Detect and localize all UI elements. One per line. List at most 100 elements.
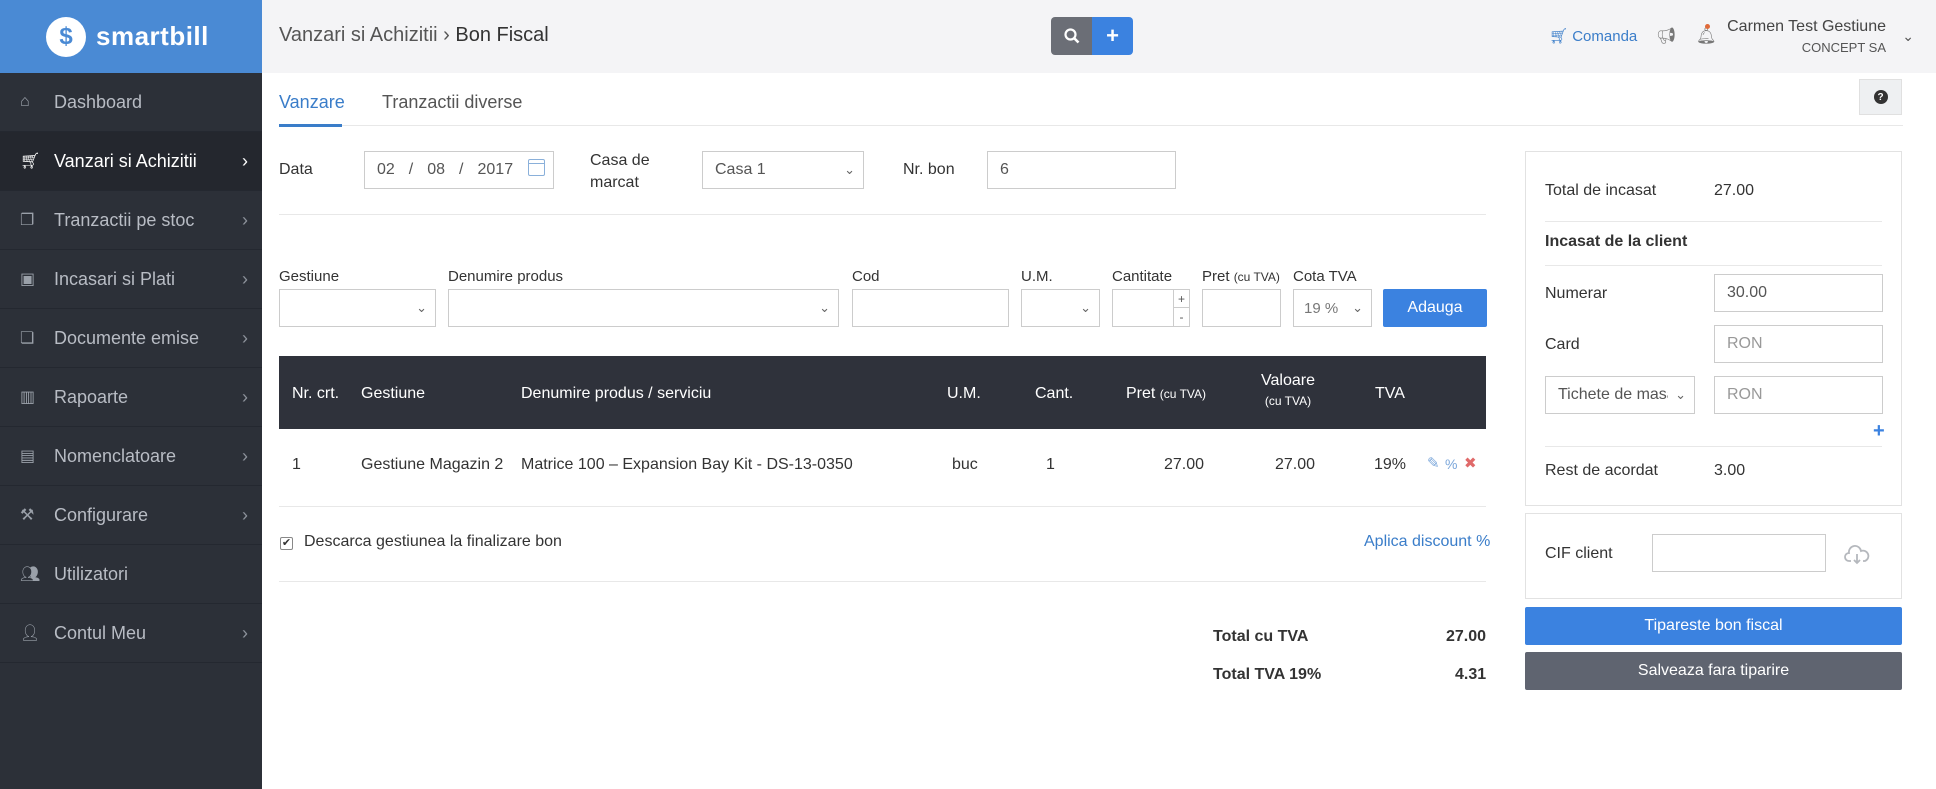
cantitate-label: Cantitate [1112, 268, 1173, 285]
sidebar-item-rapoarte[interactable]: ▥ Rapoarte › [0, 368, 262, 427]
sidebar-item-dashboard[interactable]: ⌂ Dashboard [0, 73, 262, 132]
divider [279, 214, 1486, 215]
help-button[interactable]: ? [1859, 79, 1902, 115]
edit-icon[interactable]: ✎ [1427, 454, 1440, 472]
denumire-select[interactable]: ⌄ [448, 289, 839, 327]
megaphone-icon[interactable]: 📢︎ [1656, 26, 1676, 46]
cell-tva: 19% [1374, 456, 1407, 473]
total-cu-tva-label: Total cu TVA [1213, 628, 1309, 645]
list-icon: ▤ [20, 448, 36, 465]
pret-label: Pret (cu TVA) [1202, 268, 1280, 285]
money-icon: ▣ [20, 271, 36, 288]
comanda-link[interactable]: 🛒︎ Comanda [1549, 27, 1637, 45]
chevron-right-icon: › [242, 445, 248, 466]
numerar-input[interactable]: 30.00 [1714, 274, 1883, 312]
sidebar: $ smartbill ⌂ Dashboard 🛒︎ Vanzari si Ac… [0, 0, 262, 789]
breadcrumb-parent[interactable]: Vanzari si Achizitii [279, 24, 438, 46]
table-row: 1 Gestiune Magazin 2 Matrice 100 – Expan… [279, 429, 1486, 507]
rest-label: Rest de acordat [1545, 462, 1658, 479]
date-month: 08 [427, 161, 446, 178]
sidebar-item-incasari[interactable]: ▣ Incasari si Plati › [0, 250, 262, 309]
sidebar-item-label: Vanzari si Achizitii [54, 150, 197, 171]
chevron-down-icon: ⌄ [1080, 300, 1091, 315]
numerar-label: Numerar [1545, 285, 1608, 302]
sidebar-item-label: Rapoarte [54, 386, 129, 407]
incasat-client-label: Incasat de la client [1545, 233, 1688, 250]
nr-bon-input[interactable]: 6 [987, 151, 1176, 189]
search-icon [1063, 28, 1079, 44]
tichete-select[interactable]: Tichete de masa ⌄ [1545, 376, 1695, 414]
chevron-down-icon: ⌄ [416, 300, 427, 315]
question-icon: ? [1873, 90, 1888, 104]
tab-vanzare[interactable]: Vanzare [279, 92, 345, 113]
cota-tva-select[interactable]: 19 % ⌄ [1293, 289, 1372, 327]
add-new-button[interactable]: + [1092, 17, 1133, 55]
quantity-stepper[interactable]: + - [1112, 289, 1190, 327]
cif-input[interactable] [1652, 534, 1826, 572]
cif-panel: CIF client [1525, 513, 1902, 599]
percent-icon[interactable]: % [1445, 456, 1457, 472]
tabs: Vanzare Tranzactii diverse [279, 73, 1903, 127]
comanda-label: Comanda [1572, 28, 1638, 45]
sidebar-item-contul-meu[interactable]: 👤︎ Contul Meu › [0, 604, 262, 663]
um-select[interactable]: ⌄ [1021, 289, 1100, 327]
cart-icon: 🛒︎ [20, 153, 41, 170]
nr-bon-label: Nr. bon [903, 161, 955, 178]
rest-value: 3.00 [1714, 462, 1746, 479]
tichete-input[interactable]: RON [1714, 376, 1883, 414]
pret-input[interactable] [1202, 289, 1281, 327]
sidebar-item-utilizatori[interactable]: 👥︎ Utilizatori [0, 545, 262, 604]
logo-text: smartbill [96, 21, 209, 51]
casa-select[interactable]: Casa 1 ⌄ [702, 151, 864, 189]
print-receipt-button[interactable]: Tipareste bon fiscal [1525, 607, 1902, 645]
payment-panel: Total de incasat 27.00 Incasat de la cli… [1525, 151, 1902, 506]
date-year: 2017 [477, 161, 514, 178]
col-pret: Pret (cu TVA) [1126, 385, 1206, 403]
sidebar-item-tranzactii[interactable]: ❐ Tranzactii pe stoc › [0, 191, 262, 250]
total-cu-tva-value: 27.00 [1446, 628, 1487, 645]
cell-nr: 1 [292, 456, 301, 473]
notification-dot [1705, 24, 1710, 29]
sidebar-item-label: Utilizatori [54, 563, 129, 584]
descarca-checkbox[interactable]: ✔ [280, 537, 293, 550]
discount-link[interactable]: Aplica discount % [1364, 533, 1490, 551]
page-title: Bon Fiscal [455, 24, 549, 46]
date-separator: / [459, 161, 464, 178]
descarca-label[interactable]: Descarca gestiunea la finalizare bon [304, 533, 562, 551]
gestiune-select[interactable]: ⌄ [279, 289, 436, 327]
tab-tranzactii-diverse[interactable]: Tranzactii diverse [382, 92, 522, 113]
card-input[interactable]: RON [1714, 325, 1883, 363]
date-input[interactable]: 02 / 08 / 2017 [364, 151, 554, 189]
calendar-icon[interactable] [528, 159, 545, 176]
sidebar-item-documente[interactable]: ❏ Documente emise › [0, 309, 262, 368]
increment-button[interactable]: + [1173, 290, 1189, 308]
active-tab-indicator [279, 124, 342, 127]
add-product-button[interactable]: Adauga [1383, 289, 1487, 327]
cod-input[interactable] [852, 289, 1009, 327]
bell-icon[interactable]: 🔔︎ [1696, 26, 1716, 46]
chevron-down-icon[interactable]: ⌄ [1902, 28, 1914, 45]
logo[interactable]: $ smartbill [0, 0, 262, 73]
cloud-download-icon[interactable] [1844, 545, 1870, 565]
col-um: U.M. [947, 385, 981, 402]
products-table-header: Nr. crt. Gestiune Denumire produs / serv… [279, 356, 1486, 429]
sidebar-item-label: Contul Meu [54, 622, 147, 643]
data-label: Data [279, 161, 313, 178]
chevron-right-icon: › [242, 268, 248, 289]
card-label: Card [1545, 336, 1580, 353]
home-icon: ⌂ [20, 93, 30, 110]
save-without-print-button[interactable]: Salveaza fara tiparire [1525, 652, 1902, 690]
sidebar-item-nomenclatoare[interactable]: ▤ Nomenclatoare › [0, 427, 262, 486]
user-icon: 👤︎ [20, 625, 41, 642]
total-tva-value: 4.31 [1455, 666, 1487, 683]
user-name[interactable]: Carmen Test Gestiune [1727, 18, 1886, 36]
add-payment-icon[interactable]: + [1873, 420, 1885, 443]
sidebar-item-configurare[interactable]: ⚒ Configurare › [0, 486, 262, 545]
delete-icon[interactable]: ✖ [1464, 454, 1477, 472]
search-button[interactable] [1051, 17, 1092, 55]
chevron-right-icon: › [242, 327, 248, 348]
col-pret-text: Pret [1126, 385, 1156, 402]
pret-label-text: Pret [1202, 268, 1230, 285]
sidebar-item-vanzari[interactable]: 🛒︎ Vanzari si Achizitii › [0, 132, 262, 191]
decrement-button[interactable]: - [1173, 308, 1189, 326]
